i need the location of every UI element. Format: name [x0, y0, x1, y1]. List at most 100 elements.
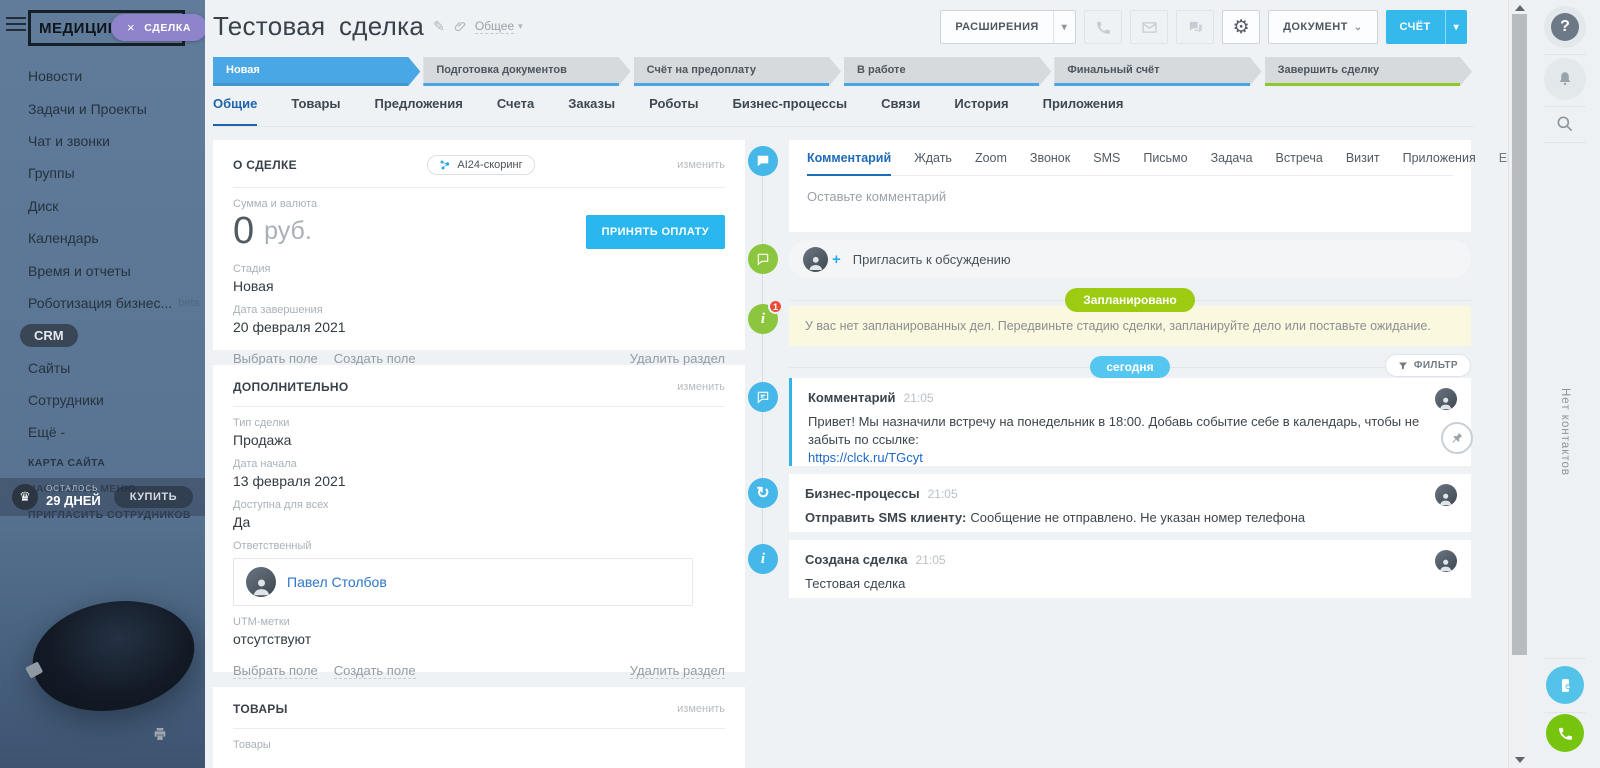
invoice-button[interactable]: СЧЁТ ▾ [1386, 10, 1468, 44]
select-field-link[interactable]: Выбрать поле [233, 663, 318, 679]
extensions-button[interactable]: РАСШИРЕНИЯ ▾ [940, 10, 1076, 44]
document-button[interactable]: ДОКУМЕНТ⌄ [1268, 10, 1377, 44]
no-contacts-panel[interactable]: Нет контактов [1559, 388, 1571, 476]
help-button[interactable]: ? [1544, 6, 1586, 48]
tab-robots[interactable]: Роботы [649, 96, 698, 126]
tl-tab-sms[interactable]: SMS [1093, 151, 1120, 175]
comment-input[interactable]: Оставьте комментарий [807, 176, 1453, 204]
filter-button[interactable]: ФИЛЬТР [1385, 354, 1471, 377]
avatar[interactable] [1435, 550, 1457, 572]
tab-general[interactable]: Общие [213, 96, 257, 126]
notifications-button[interactable] [1544, 58, 1586, 100]
entry-time: 21:05 [928, 487, 958, 501]
telephony-button[interactable] [1546, 714, 1584, 752]
invoice-caret-icon[interactable]: ▾ [1446, 22, 1467, 33]
paperclip-icon[interactable] [454, 20, 467, 33]
tl-tab-email[interactable]: Письмо [1143, 151, 1187, 175]
chat-button[interactable] [1176, 10, 1214, 44]
sidebar-item-tasks[interactable]: Задачи и Проекты [0, 92, 205, 124]
search-button[interactable] [1555, 114, 1575, 134]
tl-tab-zoom[interactable]: Zoom [975, 151, 1007, 175]
calendar-link[interactable]: https://clck.ru/TGcyt [808, 450, 1455, 465]
tl-tab-wait[interactable]: Ждать [914, 151, 952, 175]
crown-icon: ♛ [12, 484, 38, 510]
timeline-entry-created[interactable]: Создана сделка 21:05 Тестовая сделка [789, 540, 1471, 598]
accept-payment-button[interactable]: ПРИНЯТЬ ОПЛАТУ [586, 215, 725, 249]
invite-to-discussion[interactable]: + Пригласить к обсуждению [789, 240, 1471, 278]
comment-marker-icon [748, 146, 778, 176]
sidebar-item-rpa[interactable]: Роботизация бизнес... beta [0, 287, 205, 319]
settings-button[interactable]: ⚙ [1222, 10, 1260, 44]
sidebar-item-calendar[interactable]: Календарь [0, 222, 205, 254]
stage-prepay-invoice[interactable]: Счёт на предоплату [634, 57, 841, 86]
scroll-down-arrow[interactable] [1515, 757, 1525, 763]
tab-bizproc[interactable]: Бизнес-процессы [733, 96, 848, 126]
add-user-icon: + [832, 251, 841, 268]
sidebar-item-time-reports[interactable]: Время и отчеты [0, 254, 205, 286]
sidebar-item-news[interactable]: Новости [0, 60, 205, 92]
deal-window-tab[interactable]: × СДЕЛКА [111, 14, 205, 41]
tl-tab-call[interactable]: Звонок [1030, 151, 1070, 175]
buy-button[interactable]: КУПИТЬ [114, 486, 193, 508]
close-icon[interactable]: × [127, 20, 135, 35]
amount-value[interactable]: 0 [233, 210, 254, 253]
stage-docs[interactable]: Подготовка документов [423, 57, 630, 86]
sidebar-item-disk[interactable]: Диск [0, 190, 205, 222]
tl-tab-task[interactable]: Задача [1211, 151, 1253, 175]
mobile-app-button[interactable] [1546, 666, 1584, 704]
sidebar-item-groups[interactable]: Группы [0, 157, 205, 189]
tab-invoices[interactable]: Счета [497, 96, 534, 126]
stage-new[interactable]: Новая [213, 57, 420, 86]
stage-close-deal[interactable]: Завершить сделку [1265, 57, 1472, 86]
bizproc-entry-icon: ↻ [748, 478, 778, 508]
sidebar-item-sites[interactable]: Сайты [0, 352, 205, 384]
stage-value[interactable]: Новая [233, 278, 725, 294]
tl-tab-meeting[interactable]: Встреча [1276, 151, 1323, 175]
pin-button[interactable] [1441, 422, 1473, 454]
delete-section-link[interactable]: Удалить раздел [630, 663, 725, 679]
phone-button[interactable] [1084, 10, 1122, 44]
additional-edit-link[interactable]: изменить [677, 381, 725, 393]
sidebar-item-more[interactable]: Ещё - [0, 416, 205, 448]
access-value[interactable]: Да [233, 514, 725, 530]
tl-tab-visit[interactable]: Визит [1346, 151, 1380, 175]
tab-products[interactable]: Товары [291, 96, 340, 126]
deal-category-link[interactable]: Общее [475, 19, 514, 34]
stage-in-progress[interactable]: В работе [844, 57, 1051, 86]
products-edit-link[interactable]: изменить [677, 703, 725, 715]
printer-icon[interactable] [152, 726, 168, 742]
start-date-value[interactable]: 13 февраля 2021 [233, 473, 725, 489]
category-caret-icon[interactable]: ▾ [518, 21, 523, 32]
extensions-caret-icon[interactable]: ▾ [1054, 22, 1075, 33]
tl-tab-comment[interactable]: Комментарий [807, 151, 891, 176]
timeline-entry-bizproc[interactable]: Бизнес-процессы 21:05 Отправить SMS клие… [789, 474, 1471, 532]
sidebar-item-chat[interactable]: Чат и звонки [0, 125, 205, 157]
ai-scoring-badge[interactable]: AI24-скоринг [427, 155, 534, 175]
sitemap-link[interactable]: КАРТА САЙТА [0, 450, 205, 476]
sidebar-item-employees[interactable]: Сотрудники [0, 384, 205, 416]
scrollbar-thumb[interactable] [1512, 14, 1527, 655]
tab-quotes[interactable]: Предложения [375, 96, 463, 126]
responsible-user-link[interactable]: Павел Столбов [287, 574, 387, 590]
entry-text: Привет! Мы назначили встречу на понедель… [808, 413, 1455, 448]
stage-final-invoice[interactable]: Финальный счёт [1054, 57, 1261, 86]
about-edit-link[interactable]: изменить [677, 159, 725, 171]
avatar[interactable] [1435, 484, 1457, 506]
sidebar-item-crm[interactable]: CRM [0, 319, 205, 351]
hamburger-menu-icon[interactable] [6, 17, 26, 31]
mail-button[interactable] [1130, 10, 1168, 44]
edit-title-icon[interactable]: ✎ [433, 18, 445, 35]
create-field-link[interactable]: Создать поле [334, 663, 416, 679]
tab-apps[interactable]: Приложения [1043, 96, 1124, 126]
tl-tab-apps[interactable]: Приложения [1403, 151, 1476, 175]
planned-badge: Запланировано [1065, 288, 1195, 312]
timeline-entry-comment[interactable]: Комментарий 21:05 Привет! Мы назначили в… [789, 378, 1471, 466]
tab-relations[interactable]: Связи [881, 96, 920, 126]
close-date-value[interactable]: 20 февраля 2021 [233, 319, 725, 335]
avatar[interactable] [1435, 388, 1457, 410]
tab-orders[interactable]: Заказы [568, 96, 615, 126]
scroll-up-arrow[interactable] [1515, 5, 1525, 11]
deal-type-value[interactable]: Продажа [233, 432, 725, 448]
tab-history[interactable]: История [954, 96, 1008, 126]
amount-label: Сумма и валюта [233, 198, 725, 210]
